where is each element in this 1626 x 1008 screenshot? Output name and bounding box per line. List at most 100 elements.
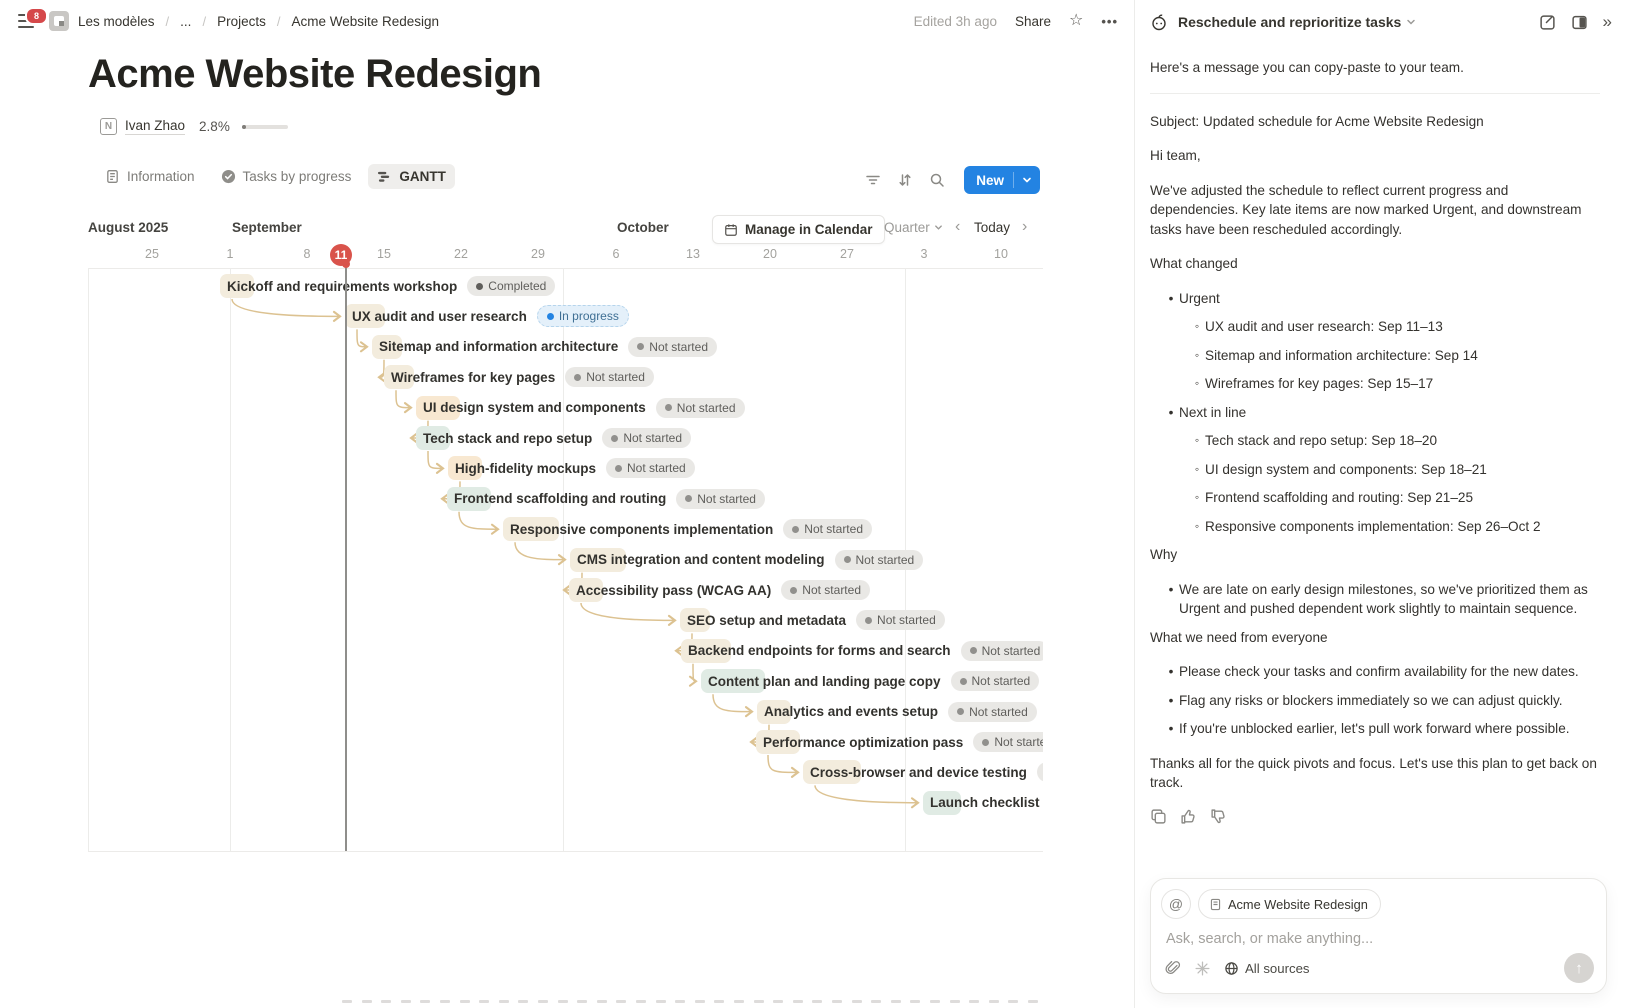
status-badge: Not started <box>973 732 1043 752</box>
thumbs-down-icon[interactable] <box>1210 808 1227 825</box>
ai-thread-title[interactable]: Reschedule and reprioritize tasks <box>1178 14 1416 30</box>
task-row[interactable]: Responsive components implementationNot … <box>510 515 872 543</box>
share-button[interactable]: Share <box>1015 14 1051 29</box>
date-tick: 6 <box>602 247 630 261</box>
status-badge: Not started <box>676 489 765 509</box>
calendar-icon <box>724 223 738 237</box>
date-tick: 13 <box>679 247 707 261</box>
task-row[interactable]: High-fidelity mockupsNot started <box>455 454 695 482</box>
task-row[interactable]: Cross-browser and device testingNot star… <box>810 758 1043 786</box>
status-badge: In progress <box>537 305 629 327</box>
sidebar-menu-icon[interactable]: 8 <box>16 11 40 31</box>
date-tick: 3 <box>910 247 938 261</box>
send-button[interactable]: ↑ <box>1564 953 1594 983</box>
search-icon[interactable] <box>928 171 946 189</box>
ai-greeting: Hi team, <box>1150 146 1600 166</box>
task-name: Performance optimization pass <box>763 735 963 750</box>
all-sources-button[interactable]: All sources <box>1224 961 1310 976</box>
prev-period-button[interactable]: ‹ <box>955 218 960 236</box>
ai-panel: Reschedule and reprioritize tasks » Here… <box>1134 0 1626 1008</box>
attachment-icon[interactable] <box>1164 960 1181 977</box>
manage-in-calendar-button[interactable]: Manage in Calendar <box>712 215 885 244</box>
task-name: Analytics and events setup <box>764 704 938 719</box>
chat-input[interactable]: Ask, search, or make anything... <box>1166 931 1592 947</box>
task-row[interactable]: SEO setup and metadataNot started <box>687 606 945 634</box>
ai-model-icon[interactable] <box>1194 960 1211 977</box>
breadcrumb-item[interactable]: ... <box>180 14 191 29</box>
task-row[interactable]: Frontend scaffolding and routing Not star… <box>454 485 765 513</box>
tab-tasks-by-progress[interactable]: Tasks by progress <box>212 164 361 189</box>
status-badge: Not started <box>602 428 691 448</box>
thumbs-up-icon[interactable] <box>1180 808 1197 825</box>
ai-bullet: •Next in line <box>1150 403 1600 423</box>
status-dot-icon <box>957 708 964 715</box>
new-chat-icon[interactable] <box>1539 13 1557 31</box>
task-row[interactable]: Performance optimization pass Not started <box>763 728 1043 756</box>
tab-gantt[interactable]: GANTT <box>368 164 455 189</box>
more-options-icon[interactable]: ••• <box>1101 14 1118 29</box>
ai-bullet: •Please check your tasks and confirm ava… <box>1150 662 1600 682</box>
task-name: Frontend scaffolding and routing <box>454 491 666 506</box>
new-button[interactable]: New <box>964 166 1040 194</box>
filter-icon[interactable] <box>864 171 882 189</box>
task-name: Backend endpoints for forms and search <box>688 643 951 658</box>
notification-badge: 8 <box>25 7 48 25</box>
task-row[interactable]: Tech stack and repo setupNot started <box>423 424 691 452</box>
new-dropdown-chevron-icon[interactable] <box>1014 175 1040 185</box>
status-dot-icon <box>615 465 622 472</box>
breadcrumb-item[interactable]: Les modèles <box>78 14 155 29</box>
task-row[interactable]: Analytics and events setupNot started <box>764 698 1037 726</box>
progress-percent: 2.8% <box>199 119 230 134</box>
manage-in-calendar-label: Manage in Calendar <box>745 222 873 237</box>
mention-button[interactable]: @ <box>1161 889 1191 919</box>
copy-icon[interactable] <box>1150 808 1167 825</box>
last-edited-label: Edited 3h ago <box>914 14 997 29</box>
topbar: 8 Les modèles / ... / Projects / Acme We… <box>0 0 1134 42</box>
breadcrumb-separator: / <box>202 14 206 29</box>
status-badge: Not started <box>656 398 745 418</box>
favorite-star-icon[interactable]: ☆ <box>1069 13 1083 29</box>
today-button[interactable]: Today <box>974 220 1010 235</box>
message-actions <box>1150 808 1600 825</box>
panel-layout-icon[interactable] <box>1571 13 1589 31</box>
task-name: Cross-browser and device testing <box>810 765 1027 780</box>
context-chip-label: Acme Website Redesign <box>1228 897 1368 912</box>
date-tick-today: 11 <box>330 244 352 266</box>
date-tick: 10 <box>987 247 1015 261</box>
task-row[interactable]: Kickoff and requirements workshopComplet… <box>227 272 555 300</box>
sort-icon[interactable] <box>896 171 914 189</box>
collapse-panel-icon[interactable]: » <box>1603 12 1612 32</box>
breadcrumb-item[interactable]: Projects <box>217 14 266 29</box>
chevron-down-icon <box>934 223 943 232</box>
task-row[interactable]: Sitemap and information architectureNot … <box>379 333 717 361</box>
chat-composer: @ Acme Website Redesign Ask, search, or … <box>1150 878 1607 994</box>
status-dot-icon <box>665 404 672 411</box>
next-period-button[interactable]: › <box>1022 218 1027 236</box>
task-row[interactable]: Backend endpoints for forms and searchNo… <box>688 637 1043 665</box>
today-marker-line <box>345 264 347 851</box>
ai-section-heading: Why <box>1150 545 1600 565</box>
task-row[interactable]: Accessibility pass (WCAG AA)Not started <box>576 576 870 604</box>
owner-mention[interactable]: Ivan Zhao <box>125 118 185 135</box>
task-name: UX audit and user research <box>352 309 527 324</box>
task-row[interactable]: CMS integration and content modelingNot … <box>577 546 923 574</box>
task-row[interactable]: UX audit and user research In progress <box>352 302 629 330</box>
range-select[interactable]: Quarter <box>884 220 943 235</box>
all-sources-label: All sources <box>1245 961 1310 976</box>
breadcrumb-item-current[interactable]: Acme Website Redesign <box>291 14 439 29</box>
gridline <box>88 851 1043 852</box>
page-meta: N Ivan Zhao 2.8% <box>100 118 288 135</box>
task-row[interactable]: UI design system and componentsNot start… <box>423 394 745 422</box>
ai-bullet: •Flag any risks or blockers immediately … <box>1150 691 1600 711</box>
context-chip[interactable]: Acme Website Redesign <box>1198 889 1381 919</box>
breadcrumb-separator: / <box>166 14 170 29</box>
status-dot-icon <box>547 313 554 320</box>
task-row[interactable]: Launch checklist a <box>930 789 1043 817</box>
template-page-icon[interactable] <box>49 11 69 31</box>
date-tick: 1 <box>216 247 244 261</box>
task-row[interactable]: Content plan and landing page copyNot st… <box>708 667 1039 695</box>
task-row[interactable]: Wireframes for key pagesNot started <box>391 363 654 391</box>
tab-information[interactable]: Information <box>96 164 204 189</box>
status-badge: Not started <box>565 367 654 387</box>
status-dot-icon <box>790 587 797 594</box>
